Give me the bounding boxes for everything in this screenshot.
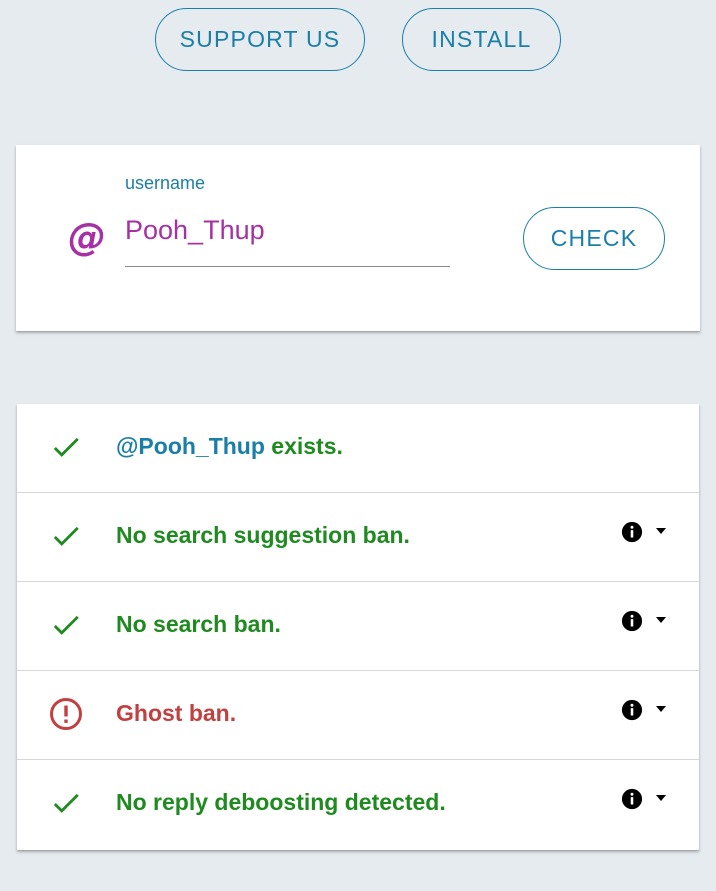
support-us-button[interactable]: SUPPORT US	[155, 8, 365, 71]
results-list: @Pooh_Thup exists. No search suggestion …	[17, 404, 699, 850]
check-icon	[53, 793, 79, 813]
caret-down-icon[interactable]	[655, 794, 667, 802]
result-row-reply-deboosting[interactable]: No reply deboosting detected.	[17, 760, 699, 850]
exists-text: exists.	[264, 433, 343, 459]
caret-down-icon[interactable]	[655, 705, 667, 713]
caret-down-icon[interactable]	[655, 616, 667, 624]
username-input[interactable]	[125, 209, 450, 267]
info-icon[interactable]	[621, 788, 643, 810]
top-actions: SUPPORT US INSTALL	[0, 8, 716, 71]
info-icon[interactable]	[621, 610, 643, 632]
result-row-search-suggestion[interactable]: No search suggestion ban.	[17, 493, 699, 582]
info-icon[interactable]	[621, 699, 643, 721]
info-icon[interactable]	[621, 521, 643, 543]
result-text: No search ban.	[116, 611, 281, 637]
result-text: Ghost ban.	[116, 700, 237, 726]
result-row-search-ban[interactable]: No search ban.	[17, 582, 699, 671]
check-button[interactable]: CHECK	[523, 207, 665, 270]
check-icon	[53, 526, 79, 546]
result-text: No search suggestion ban.	[116, 522, 410, 548]
username-search-card: @ username CHECK	[16, 145, 700, 331]
user-mention-link[interactable]: @Pooh_Thup	[116, 433, 265, 459]
result-row-exists: @Pooh_Thup exists.	[17, 404, 699, 493]
result-text: No reply deboosting detected.	[116, 789, 446, 815]
install-button[interactable]: INSTALL	[402, 8, 561, 71]
result-row-ghost-ban[interactable]: Ghost ban.	[17, 671, 699, 760]
alert-circle-icon	[50, 698, 82, 730]
check-icon	[53, 615, 79, 635]
username-label: username	[125, 173, 206, 193]
at-sign-icon: @	[68, 215, 106, 259]
result-text: @Pooh_Thup exists.	[116, 433, 343, 460]
caret-down-icon[interactable]	[655, 527, 667, 535]
check-icon	[53, 437, 79, 457]
